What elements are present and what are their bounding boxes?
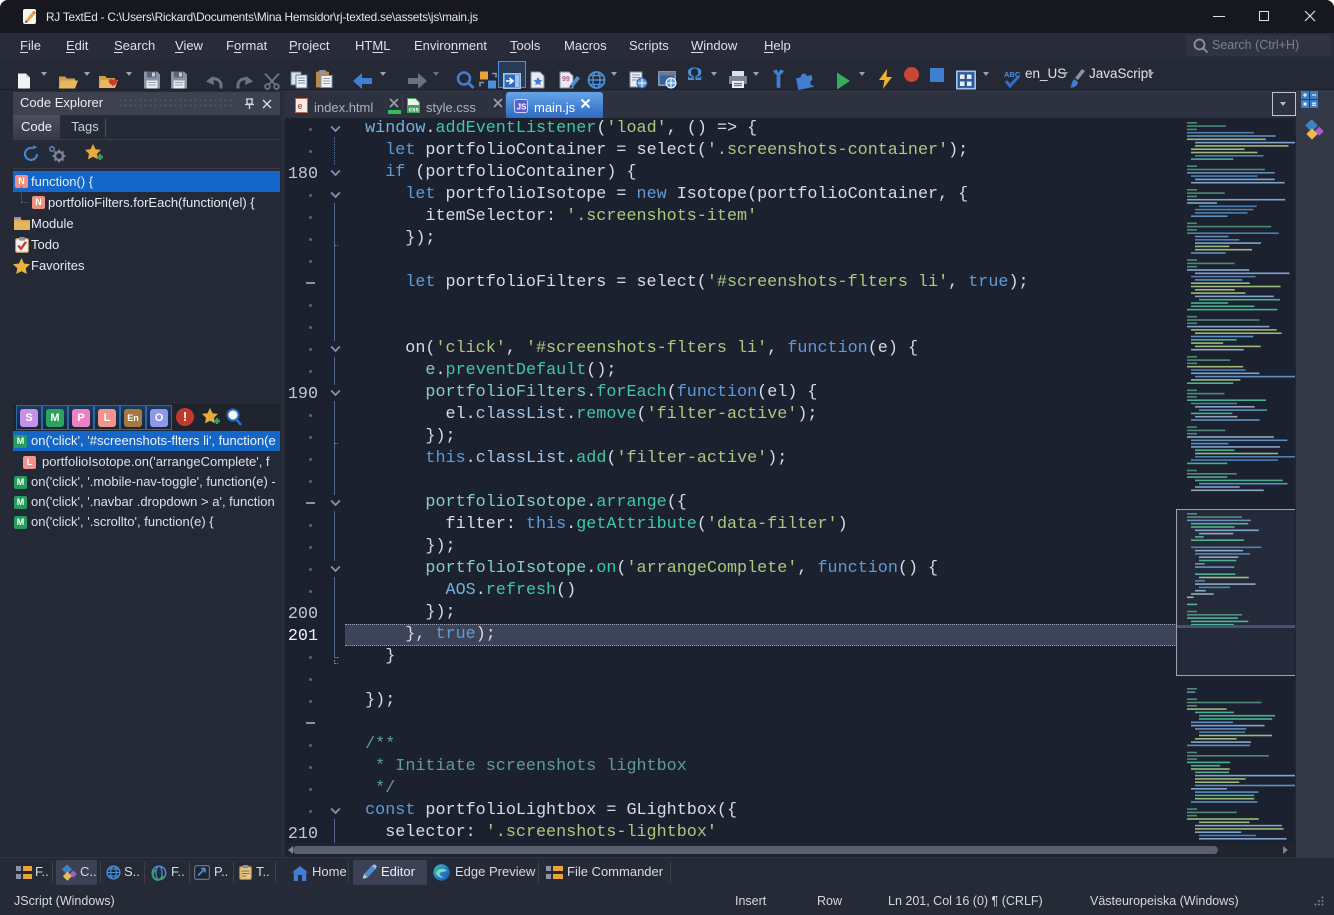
svg-text:JS: JS <box>517 103 527 112</box>
svg-text:99: 99 <box>562 76 570 83</box>
svg-text:css: css <box>409 108 420 114</box>
svg-text:e: e <box>298 101 303 111</box>
